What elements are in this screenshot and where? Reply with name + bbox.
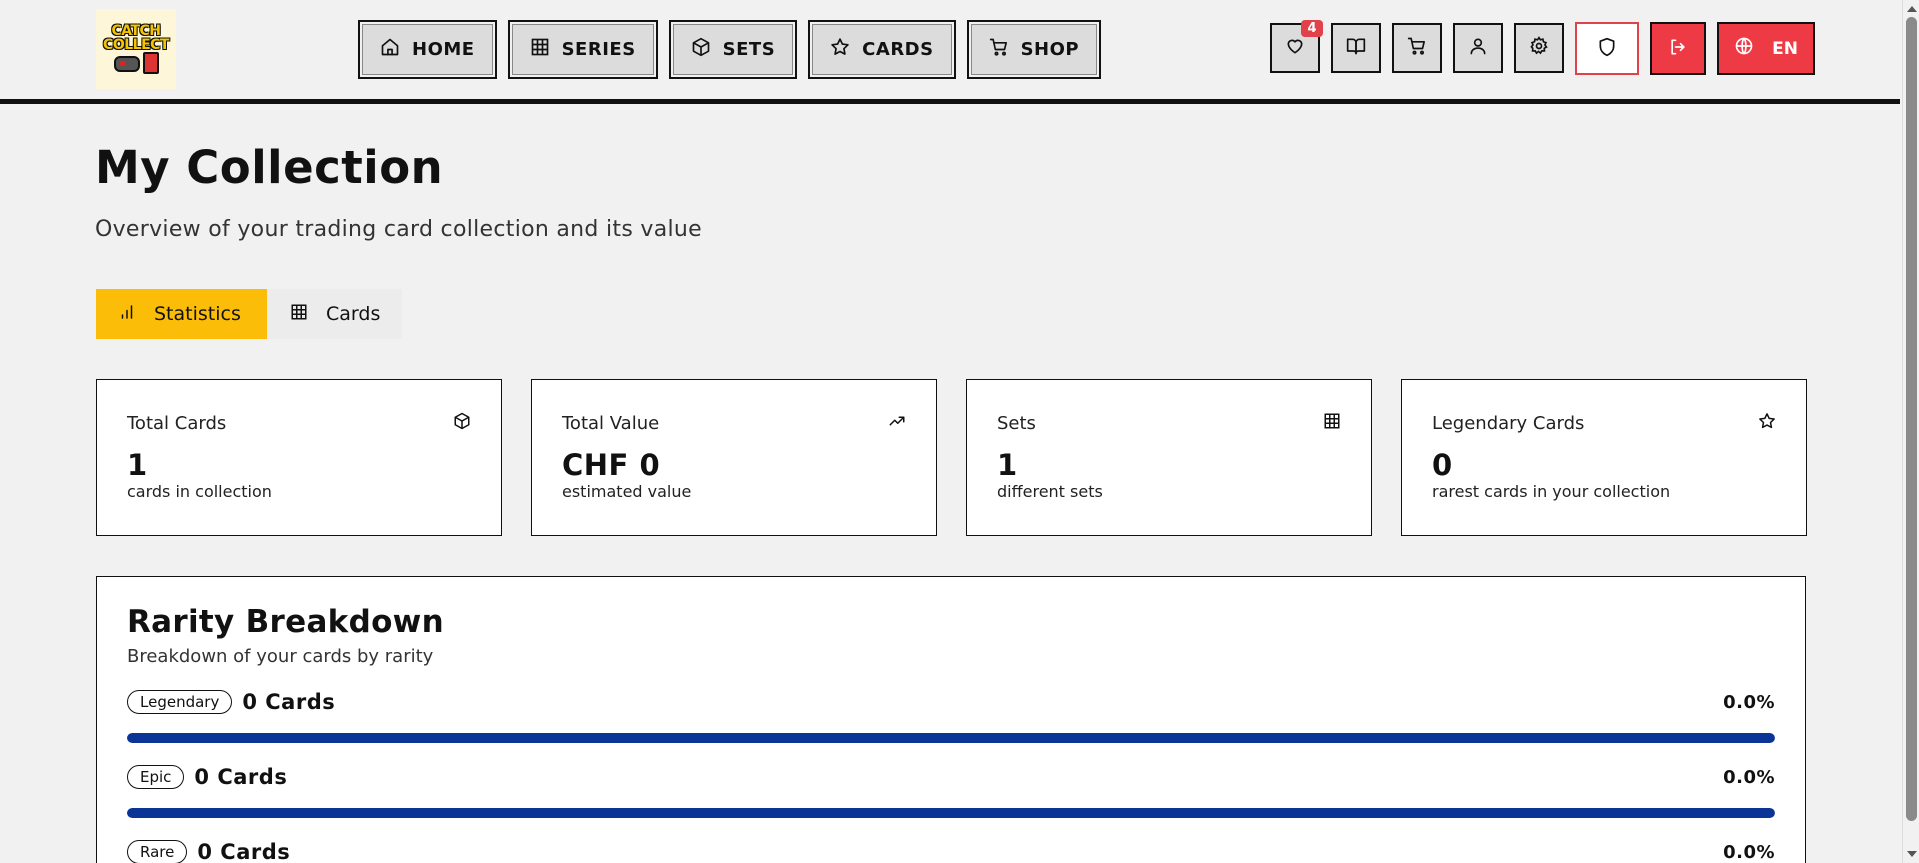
stat-caption: different sets <box>997 482 1103 501</box>
stat-label: Legendary Cards <box>1432 412 1585 434</box>
rarity-row-epic: Epic 0 Cards 0.0% <box>127 763 1775 818</box>
language-label: EN <box>1772 38 1798 59</box>
rarity-percent: 0.0% <box>1723 691 1775 713</box>
user-icon <box>1468 36 1488 60</box>
tab-cards-label: Cards <box>326 303 381 325</box>
stat-card-legendary: Legendary Cards 0 rarest cards in your c… <box>1401 379 1807 536</box>
rarity-progress-bar <box>127 733 1775 743</box>
stat-card-total-cards: Total Cards 1 cards in collection <box>96 379 502 536</box>
gear-icon <box>1529 36 1549 60</box>
tab-statistics-label: Statistics <box>154 303 241 325</box>
nav-sets-button[interactable]: SETS <box>668 20 798 79</box>
scroll-down-arrow-icon[interactable] <box>1907 851 1917 857</box>
wishlist-button[interactable]: 4 <box>1270 20 1323 73</box>
nav-cards-button[interactable]: CARDS <box>808 20 956 79</box>
settings-button[interactable] <box>1514 23 1564 73</box>
stat-card-total-value: Total Value CHF 0 estimated value <box>531 379 937 536</box>
cart-icon <box>989 37 1009 62</box>
stat-caption: estimated value <box>562 482 692 501</box>
page-subtitle: Overview of your trading card collection… <box>95 217 702 242</box>
view-tabs: Statistics Cards <box>96 289 403 339</box>
stat-caption: cards in collection <box>127 482 272 501</box>
profile-button[interactable] <box>1453 23 1503 73</box>
main-nav: HOME SERIES SETS CARDS SHOP <box>358 20 1102 79</box>
stat-label: Total Cards <box>127 412 227 434</box>
tab-statistics[interactable]: Statistics <box>96 289 267 339</box>
rarity-badge: Epic <box>127 765 185 789</box>
rarity-subtitle: Breakdown of your cards by rarity <box>127 646 434 667</box>
site-header: CATCH COLLECT HOME SERIES SETS CARDS SHO… <box>0 0 1900 104</box>
grid-icon <box>530 37 550 62</box>
gamepad-icon <box>113 56 140 72</box>
rarity-badge: Rare <box>127 840 188 863</box>
rarity-row-legendary: Legendary 0 Cards 0.0% <box>127 688 1775 743</box>
box-icon <box>453 412 471 434</box>
rarity-badge: Legendary <box>127 690 233 714</box>
scroll-up-arrow-icon[interactable] <box>1907 6 1917 12</box>
stat-caption: rarest cards in your collection <box>1432 482 1671 501</box>
rarity-count: 0 Cards <box>197 840 291 863</box>
logo-text: CATCH COLLECT <box>103 23 169 53</box>
cart-button[interactable] <box>1392 23 1442 73</box>
box-icon <box>691 37 711 62</box>
stat-value: CHF 0 <box>562 448 661 482</box>
rarity-progress-fill <box>127 733 1775 743</box>
stat-label: Total Value <box>562 412 660 434</box>
star-icon <box>1758 412 1776 434</box>
tab-cards[interactable]: Cards <box>267 289 403 339</box>
nav-series-button[interactable]: SERIES <box>507 20 658 79</box>
cart-icon <box>1407 36 1427 60</box>
rarity-title: Rarity Breakdown <box>127 604 444 640</box>
stat-value: 1 <box>997 448 1018 482</box>
grid-icon <box>290 303 308 326</box>
nav-home-label: HOME <box>412 39 475 60</box>
page-scrollbar[interactable] <box>1902 0 1919 863</box>
logo-artwork <box>113 52 159 74</box>
nav-shop-label: SHOP <box>1020 39 1080 60</box>
rarity-count: 0 Cards <box>242 690 336 714</box>
home-icon <box>380 37 400 62</box>
logout-icon <box>1668 37 1688 61</box>
admin-button[interactable] <box>1575 22 1639 75</box>
shield-icon <box>1597 37 1617 61</box>
stat-value: 0 <box>1432 448 1453 482</box>
page-title: My Collection <box>95 141 444 194</box>
site-logo[interactable]: CATCH COLLECT <box>96 9 176 89</box>
stat-label: Sets <box>997 412 1036 434</box>
binder-button[interactable] <box>1331 23 1381 73</box>
rarity-breakdown-panel: Rarity Breakdown Breakdown of your cards… <box>96 576 1806 863</box>
scrollbar-thumb[interactable] <box>1906 17 1917 821</box>
rarity-percent: 0.0% <box>1723 841 1775 863</box>
nav-home-button[interactable]: HOME <box>358 20 497 79</box>
globe-icon <box>1734 36 1754 61</box>
bar-chart-icon <box>118 303 136 326</box>
language-button[interactable]: EN <box>1717 22 1815 75</box>
book-open-icon <box>1346 36 1366 60</box>
stat-card-sets: Sets 1 different sets <box>966 379 1372 536</box>
star-icon <box>830 37 850 62</box>
wishlist-count-badge: 4 <box>1301 20 1323 37</box>
logout-button[interactable] <box>1650 22 1706 75</box>
nav-sets-label: SETS <box>722 39 776 60</box>
grid-icon <box>1323 412 1341 434</box>
header-tools: 4 EN <box>1270 20 1815 75</box>
nav-cards-label: CARDS <box>862 39 934 60</box>
rarity-progress-bar <box>127 808 1775 818</box>
handheld-icon <box>142 52 159 74</box>
trending-up-icon <box>888 412 906 434</box>
nav-shop-button[interactable]: SHOP <box>966 20 1102 79</box>
rarity-progress-fill <box>127 808 1775 818</box>
rarity-row-rare: Rare 0 Cards 0.0% <box>127 838 1775 863</box>
rarity-percent: 0.0% <box>1723 766 1775 788</box>
heart-icon <box>1285 36 1305 60</box>
nav-series-label: SERIES <box>561 39 636 60</box>
stat-value: 1 <box>127 448 148 482</box>
rarity-count: 0 Cards <box>194 765 288 789</box>
